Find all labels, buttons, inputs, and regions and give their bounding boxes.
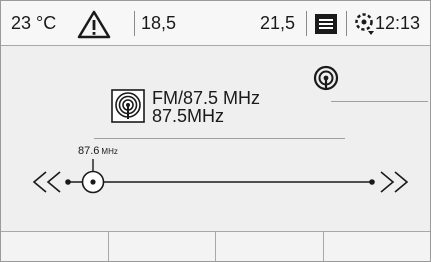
status-bar: 23 °C 18,5 21,5 12:13 [1, 1, 430, 46]
softkey-bar [1, 231, 430, 261]
tuner-cursor-center [90, 179, 96, 185]
status-divider [306, 11, 307, 36]
outside-temperature: 23 °C [11, 13, 57, 33]
passenger-temperature[interactable]: 21,5 [260, 1, 295, 46]
tuner-start-dot [65, 179, 71, 185]
status-divider [134, 11, 135, 36]
softkey-3[interactable] [216, 232, 324, 261]
softkey-4[interactable] [324, 232, 431, 261]
softkey-1[interactable] [1, 232, 109, 261]
status-divider [346, 11, 347, 36]
seek-forward-icon[interactable] [380, 171, 409, 193]
softkey-2[interactable] [109, 232, 216, 261]
driver-temperature[interactable]: 18,5 [141, 1, 176, 46]
tuner-end-dot [369, 179, 375, 185]
tuner-scale[interactable] [1, 47, 430, 231]
notes-menu-icon[interactable] [315, 1, 337, 46]
clock: 12:13 [375, 13, 421, 33]
radio-screen: 23 °C 18,5 21,5 12:13 FM/87.5 MHz 87.5MH… [0, 0, 431, 262]
radio-main-panel: FM/87.5 MHz 87.5MHz 87.6 MHz [1, 47, 430, 231]
warning-triangle-icon[interactable] [77, 1, 111, 46]
seek-back-icon[interactable] [32, 171, 61, 193]
settings-gear-icon[interactable] [354, 1, 374, 46]
